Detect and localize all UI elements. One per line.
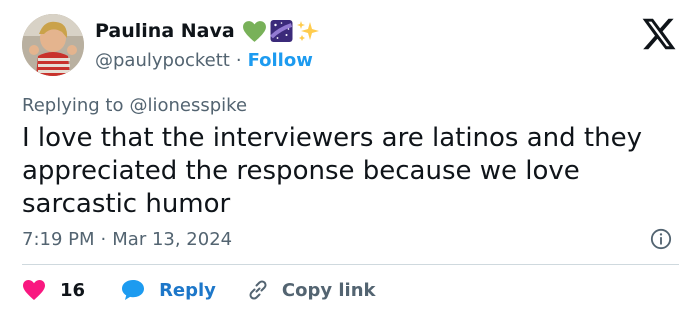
- tweet-time: 7:19 PM: [22, 228, 95, 250]
- like-button[interactable]: 16: [22, 279, 85, 301]
- copy-link-label: Copy link: [281, 279, 376, 301]
- follow-button[interactable]: Follow: [248, 50, 313, 71]
- copy-link-button[interactable]: Copy link: [246, 278, 376, 302]
- x-logo-icon[interactable]: [642, 18, 677, 50]
- replying-to: Replying to @lionesspike: [22, 92, 247, 118]
- tweet-actions: 16 Reply Copy link: [22, 276, 376, 304]
- info-icon[interactable]: [650, 228, 672, 250]
- reply-bubble-icon: [122, 280, 145, 300]
- like-count: 16: [60, 279, 86, 301]
- tweet-timestamp[interactable]: 7:19 PM · Mar 13, 2024: [22, 226, 232, 252]
- link-icon: [249, 280, 267, 300]
- replying-to-label: Replying to: [22, 94, 124, 116]
- divider: [22, 264, 679, 265]
- sparkles-icon: [296, 21, 319, 41]
- author-handle[interactable]: @paulypockett: [95, 50, 230, 71]
- avatar-photo: [22, 14, 84, 76]
- reply-label: Reply: [159, 279, 216, 301]
- milky-way-icon: [269, 20, 293, 42]
- replying-to-handle[interactable]: @lionesspike: [129, 95, 247, 116]
- green-heart-icon: [242, 20, 266, 42]
- avatar[interactable]: [22, 14, 84, 76]
- tweet-text: I love that the interviewers are latinos…: [22, 123, 642, 219]
- reply-button[interactable]: Reply: [121, 279, 216, 301]
- author-handle-row: @paulypockett · Follow: [95, 47, 313, 73]
- timestamp-separator: ·: [100, 228, 107, 250]
- handle-separator: ·: [235, 49, 242, 71]
- heart-icon: [23, 280, 45, 300]
- tweet-date: Mar 13, 2024: [112, 228, 233, 250]
- author-display-name[interactable]: Paulina Nava: [95, 20, 235, 42]
- author-name-row: Paulina Nava: [95, 17, 320, 45]
- author-emojis: [242, 19, 320, 43]
